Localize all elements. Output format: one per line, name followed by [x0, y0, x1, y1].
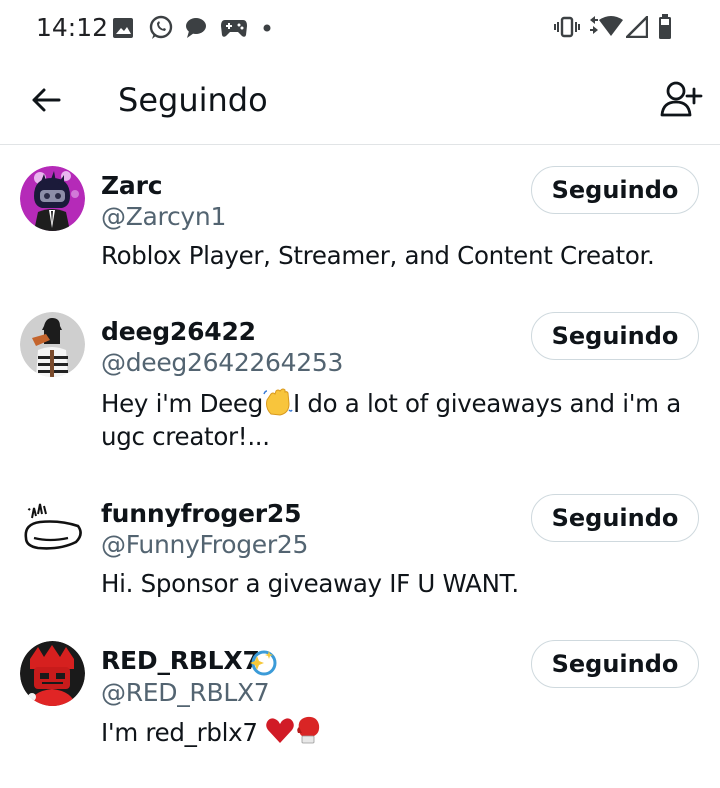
arrow-left-icon [32, 88, 61, 112]
following-button[interactable]: Seguindo [531, 640, 699, 688]
page-title: Seguindo [118, 81, 268, 119]
bio-text: Hey i'm Deeg [101, 389, 263, 418]
avatar[interactable] [20, 641, 85, 706]
avatar[interactable] [20, 166, 85, 231]
chat-bubble-icon [186, 18, 206, 38]
sparkle-badge-icon [250, 650, 277, 676]
signal-icon [626, 16, 648, 38]
whatsapp-icon [149, 15, 173, 39]
game-controller-icon [221, 20, 247, 37]
display-name[interactable]: RED_RBLX7 [101, 646, 260, 675]
bio: Roblox Player, Streamer, and Content Cre… [101, 241, 655, 270]
waving-hand-emoji [263, 388, 293, 416]
add-user-button[interactable] [656, 78, 706, 124]
boxing-glove-emoji [297, 716, 320, 744]
image-icon [113, 18, 133, 38]
dot-icon [263, 24, 271, 32]
display-name[interactable]: deeg26422 [101, 317, 256, 346]
wifi-icon [590, 16, 623, 36]
status-time: 14:12 [36, 13, 109, 42]
red-heart-emoji [266, 718, 294, 743]
bio: Hey i'm Deeg I do a lot of giveaways and… [101, 387, 691, 453]
following-button[interactable]: Seguindo [531, 494, 699, 542]
list-item[interactable]: Zarc @Zarcyn1 Seguindo Roblox Player, St… [0, 146, 720, 292]
back-button[interactable] [26, 80, 66, 120]
list-item[interactable]: RED_RBLX7 @RED_RBLX7 Seguindo I'm red_rb… [0, 626, 720, 788]
following-button[interactable]: Seguindo [531, 312, 699, 360]
bio-text: I'm red_rblx7 [101, 718, 258, 747]
app-bar: Seguindo [0, 56, 720, 145]
following-button[interactable]: Seguindo [531, 166, 699, 214]
handle[interactable]: @deeg2642264253 [101, 348, 343, 377]
vibrate-icon [554, 16, 580, 38]
avatar[interactable] [20, 312, 85, 377]
handle[interactable]: @Zarcyn1 [101, 202, 226, 231]
status-bar: 14:12 [0, 0, 720, 56]
display-name[interactable]: Zarc [101, 171, 163, 200]
bio: Hi. Sponsor a giveaway IF U WANT. [101, 569, 519, 598]
bio: I'm red_rblx7 [101, 715, 691, 749]
add-user-icon [660, 81, 703, 117]
avatar[interactable] [20, 498, 85, 563]
list-item[interactable]: funnyfroger25 @FunnyFroger25 Seguindo Hi… [0, 480, 720, 626]
battery-icon [659, 14, 671, 39]
handle[interactable]: @RED_RBLX7 [101, 678, 270, 707]
display-name[interactable]: funnyfroger25 [101, 499, 302, 528]
handle[interactable]: @FunnyFroger25 [101, 530, 308, 559]
list-item[interactable]: deeg26422 @deeg2642264253 Seguindo Hey i… [0, 292, 720, 480]
